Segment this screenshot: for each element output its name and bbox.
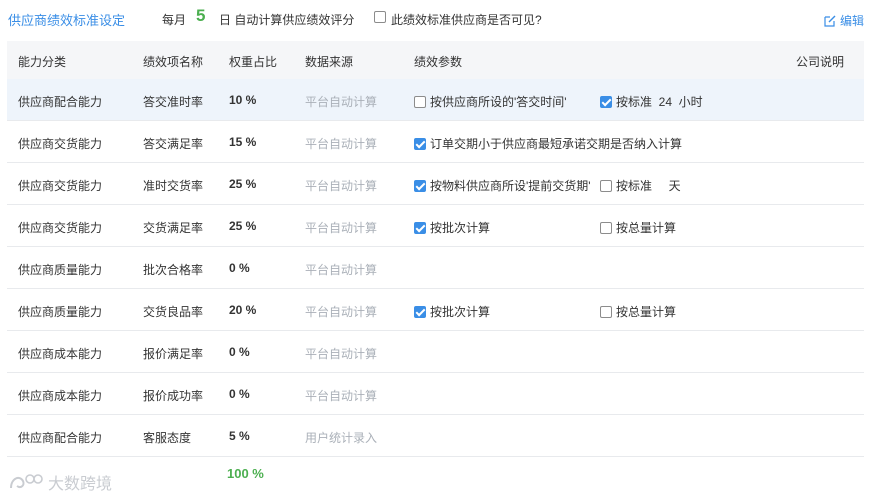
param-label: 按标准 天	[616, 179, 681, 193]
param-label: 按供应商所设的'答交时间'	[430, 95, 567, 109]
monthly-label: 每月	[162, 13, 187, 27]
param-checkbox[interactable]	[414, 138, 426, 150]
param-option[interactable]: 按总量计算	[600, 219, 676, 236]
table-header: 能力分类 绩效项名称 权重占比 数据来源 绩效参数 公司说明	[7, 41, 864, 79]
table-body: 供应商配合能力 答交准时率 10 % 平台自动计算 按供应商所设的'答交时间' 按标准 2…	[7, 79, 864, 457]
row-weight: 25 %	[229, 177, 257, 191]
watermark: 大数跨境	[8, 470, 112, 494]
param-label: 按物料供应商所设'提前交货期'	[430, 179, 591, 193]
row-weight: 10 %	[229, 93, 257, 107]
supplier-visibility-checkbox[interactable]	[374, 11, 386, 23]
row-data-source: 平台自动计算	[305, 137, 378, 151]
edit-label: 编辑	[839, 14, 864, 28]
table-row: 供应商成本能力 报价成功率 0 % 平台自动计算	[7, 373, 864, 415]
param-option[interactable]: 按标准 24 小时	[600, 93, 703, 110]
top-bar: 供应商绩效标准设定 每月 5 日 自动计算供应绩效评分 此绩效标准供应商是否可见…	[0, 0, 871, 38]
param-option[interactable]: 按供应商所设的'答交时间'	[414, 93, 567, 110]
calc-day-value: 5	[196, 6, 206, 25]
param-option[interactable]: 按批次计算	[414, 219, 490, 236]
row-data-source: 平台自动计算	[305, 221, 378, 235]
row-category: 供应商质量能力	[18, 305, 103, 319]
row-category: 供应商交货能力	[18, 179, 103, 193]
column-header-company-note: 公司说明	[796, 55, 845, 69]
table-row: 供应商配合能力 客服态度 5 % 用户统计录入	[7, 415, 864, 457]
table-row: 供应商成本能力 报价满足率 0 % 平台自动计算	[7, 331, 864, 373]
row-weight: 15 %	[229, 135, 257, 149]
param-checkbox[interactable]	[600, 222, 612, 234]
param-option[interactable]: 按物料供应商所设'提前交货期'	[414, 177, 591, 194]
param-checkbox[interactable]	[414, 222, 426, 234]
row-data-source: 平台自动计算	[305, 95, 378, 109]
row-weight: 0 %	[229, 387, 250, 401]
edit-button[interactable]: 编辑	[823, 12, 864, 29]
row-category: 供应商交货能力	[18, 221, 103, 235]
row-item-name: 交货满足率	[143, 221, 204, 235]
table-row: 供应商质量能力 交货良品率 20 % 平台自动计算 按批次计算 按总量计算	[7, 289, 864, 331]
row-item-name: 答交准时率	[143, 95, 204, 109]
param-option[interactable]: 按总量计算	[600, 303, 676, 320]
column-header-weight: 权重占比	[229, 55, 278, 69]
table-row: 供应商配合能力 答交准时率 10 % 平台自动计算 按供应商所设的'答交时间' 按标准 2…	[7, 79, 864, 121]
row-category: 供应商成本能力	[18, 347, 103, 361]
row-data-source: 平台自动计算	[305, 179, 378, 193]
param-checkbox[interactable]	[600, 180, 612, 192]
watermark-text: 大数跨境	[48, 476, 113, 493]
performance-standards-table: 能力分类 绩效项名称 权重占比 数据来源 绩效参数 公司说明 供应商配合能力答交…	[7, 41, 864, 457]
param-label: 按总量计算	[616, 221, 677, 235]
calc-day-suffix: 日 自动计算供应绩效评分	[219, 13, 355, 27]
watermark-logo-icon	[10, 474, 43, 489]
row-weight: 5 %	[229, 429, 250, 443]
param-label: 订单交期小于供应商最短承诺交期是否纳入计算	[430, 137, 683, 151]
row-data-source: 平台自动计算	[305, 389, 378, 403]
param-option[interactable]: 订单交期小于供应商最短承诺交期是否纳入计算	[414, 135, 682, 152]
column-header-name: 绩效项名称	[143, 55, 204, 69]
param-checkbox[interactable]	[600, 96, 612, 108]
row-data-source: 平台自动计算	[305, 263, 378, 277]
row-category: 供应商成本能力	[18, 389, 103, 403]
param-label: 按批次计算	[430, 221, 491, 235]
row-item-name: 答交满足率	[143, 137, 204, 151]
row-category: 供应商质量能力	[18, 263, 103, 277]
row-item-name: 报价成功率	[143, 389, 204, 403]
param-checkbox[interactable]	[414, 180, 426, 192]
param-label: 按总量计算	[616, 305, 677, 319]
param-option[interactable]: 按标准 天	[600, 177, 681, 194]
param-option[interactable]: 按批次计算	[414, 303, 490, 320]
row-category: 供应商配合能力	[18, 95, 103, 109]
table-row: 供应商交货能力 答交满足率 15 % 平台自动计算 订单交期小于供应商最短承诺交期是否纳…	[7, 121, 864, 163]
supplier-visibility-label: 此绩效标准供应商是否可见?	[391, 13, 542, 27]
column-header-params: 绩效参数	[414, 55, 463, 69]
param-checkbox[interactable]	[600, 306, 612, 318]
row-category: 供应商配合能力	[18, 431, 103, 445]
param-checkbox[interactable]	[414, 96, 426, 108]
row-weight: 0 %	[229, 345, 250, 359]
row-data-source: 平台自动计算	[305, 347, 378, 361]
param-label: 按标准 24 小时	[616, 95, 703, 109]
row-item-name: 批次合格率	[143, 263, 204, 277]
row-item-name: 报价满足率	[143, 347, 204, 361]
row-item-name: 准时交货率	[143, 179, 204, 193]
edit-icon	[824, 15, 836, 27]
row-weight: 25 %	[229, 219, 257, 233]
row-item-name: 交货良品率	[143, 305, 204, 319]
column-header-category: 能力分类	[18, 55, 67, 69]
page-title: 供应商绩效标准设定	[8, 13, 126, 28]
param-label: 按批次计算	[430, 305, 491, 319]
row-weight: 20 %	[229, 303, 257, 317]
row-weight: 0 %	[229, 261, 250, 275]
table-row: 供应商交货能力 交货满足率 25 % 平台自动计算 按批次计算 按总量计算	[7, 205, 864, 247]
row-data-source: 平台自动计算	[305, 305, 378, 319]
total-weight: 100 %	[227, 466, 264, 481]
row-category: 供应商交货能力	[18, 137, 103, 151]
row-item-name: 客服态度	[143, 431, 192, 445]
row-data-source: 用户统计录入	[305, 431, 378, 445]
column-header-source: 数据来源	[305, 55, 354, 69]
table-row: 供应商交货能力 准时交货率 25 % 平台自动计算 按物料供应商所设'提前交货期' 按标准…	[7, 163, 864, 205]
param-checkbox[interactable]	[414, 306, 426, 318]
table-row: 供应商质量能力 批次合格率 0 % 平台自动计算	[7, 247, 864, 289]
